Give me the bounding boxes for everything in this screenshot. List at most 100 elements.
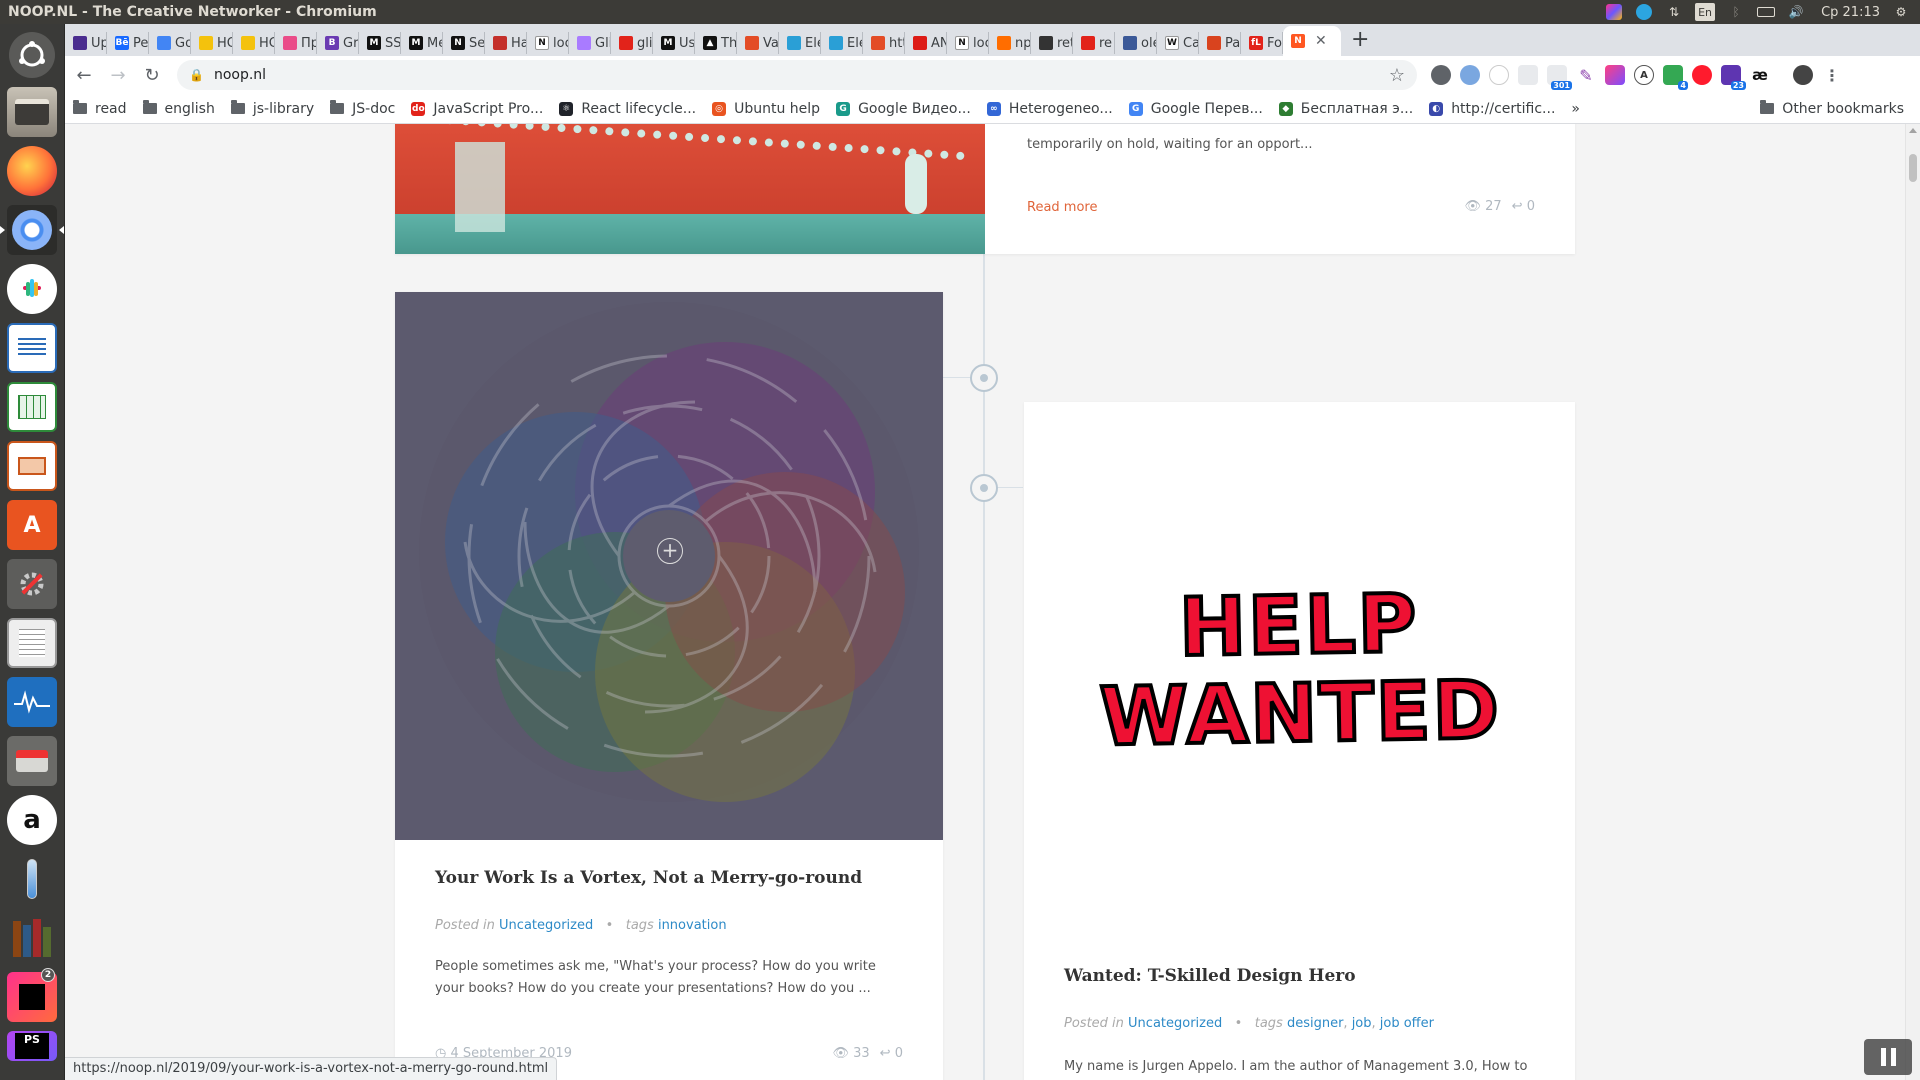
category-link[interactable]: Uncategorized <box>1128 1016 1222 1031</box>
bookmark-item[interactable]: english <box>135 100 223 117</box>
bookmark-item[interactable]: ◎ Ubuntu help <box>704 101 828 117</box>
tag-link[interactable]: innovation <box>658 918 727 933</box>
bluetooth-icon[interactable]: ᛒ <box>1727 3 1745 21</box>
browser-tab[interactable]: np <box>989 32 1031 54</box>
reload-icon[interactable]: ↻ <box>137 60 167 90</box>
accessibility-extension-icon[interactable]: A <box>1634 65 1654 85</box>
phpstorm-icon[interactable]: PS <box>7 1031 57 1061</box>
url-text[interactable]: noop.nl <box>214 67 266 83</box>
other-bookmarks-folder[interactable]: Other bookmarks <box>1752 100 1920 117</box>
bookmark-item[interactable]: ◐ http://certific... <box>1421 101 1563 117</box>
redirect-path-extension-icon[interactable]: 301 <box>1547 65 1572 90</box>
help-wanted-image[interactable]: HELP WANTED <box>1024 402 1575 922</box>
scroll-thumb[interactable] <box>1909 154 1917 182</box>
browser-tab[interactable]: Bē Pe <box>107 32 149 54</box>
browser-tab[interactable]: Gli <box>569 32 611 54</box>
bookmark-item[interactable]: ∞ Heterogeneo... <box>979 101 1121 117</box>
grid-extension-icon[interactable] <box>1518 65 1538 85</box>
browser-tab[interactable]: ret <box>1031 32 1073 54</box>
libreoffice-writer-icon[interactable] <box>7 323 57 373</box>
browser-tab[interactable]: htt <box>863 32 905 54</box>
browser-tab[interactable]: gli <box>611 32 653 54</box>
ubuntu-dash-icon[interactable] <box>9 32 55 78</box>
close-tab-icon[interactable]: ✕ <box>1315 33 1327 49</box>
firefox-icon[interactable] <box>7 146 57 196</box>
browser-tab[interactable]: Go <box>149 32 191 54</box>
address-bar[interactable]: 🔒 noop.nl ☆ <box>177 60 1417 90</box>
browser-tab[interactable]: Ha <box>485 32 527 54</box>
category-link[interactable]: Uncategorized <box>499 918 593 933</box>
keyboard-layout-indicator[interactable]: En <box>1695 3 1716 21</box>
telegram-icon[interactable] <box>1635 3 1653 21</box>
vue-devtools-extension-icon[interactable] <box>1460 65 1480 85</box>
bookmark-item[interactable]: js-library <box>223 100 322 117</box>
thermometer-icon[interactable] <box>7 854 57 904</box>
browser-tab[interactable]: Pa <box>1199 32 1241 54</box>
bookshelf-icon[interactable] <box>7 913 57 963</box>
page-scrollbar[interactable] <box>1905 124 1920 1080</box>
browser-tab[interactable]: Пр <box>275 32 317 54</box>
browser-tab[interactable]: Va <box>737 32 779 54</box>
browser-tab[interactable]: B Gri <box>317 32 359 54</box>
text-editor-icon[interactable] <box>7 618 57 668</box>
browser-tab[interactable]: re <box>1073 32 1115 54</box>
bookmark-star-icon[interactable]: ☆ <box>1389 65 1405 86</box>
opera-vpn-extension-icon[interactable] <box>1692 65 1712 85</box>
browser-tab[interactable]: AN <box>905 32 947 54</box>
system-settings-icon[interactable] <box>7 559 57 609</box>
bookmarks-overflow-chevron-icon[interactable]: » <box>1563 101 1588 117</box>
system-monitor-icon[interactable] <box>7 677 57 727</box>
battery-icon[interactable] <box>1757 3 1776 21</box>
slack-icon[interactable] <box>7 264 57 314</box>
files-icon[interactable] <box>7 87 57 137</box>
zoom-plus-icon[interactable]: + <box>657 538 683 564</box>
browser-tab[interactable]: N Se <box>443 32 485 54</box>
browser-tab[interactable]: M Us <box>653 32 695 54</box>
browser-tab[interactable]: HC <box>233 32 275 54</box>
tag-link[interactable]: designer <box>1287 1016 1343 1031</box>
clock-extension-icon[interactable] <box>1489 65 1509 85</box>
bookmark-item[interactable]: ⚛ React lifecycle... <box>551 101 704 117</box>
browser-tab[interactable]: HC <box>191 32 233 54</box>
profile-avatar-icon[interactable] <box>1793 65 1813 85</box>
chromium-icon[interactable] <box>0 205 64 255</box>
menu-kebab-icon[interactable]: ⋮ <box>1822 65 1842 85</box>
lifebuoy-image[interactable] <box>395 124 985 254</box>
browser-tab[interactable]: fL Fo <box>1241 32 1283 54</box>
tag-link[interactable]: job offer <box>1380 1016 1434 1031</box>
browser-tab[interactable]: Nloc <box>947 32 989 54</box>
browser-tab[interactable]: ▲ Th <box>695 32 737 54</box>
dark-reader-extension-icon[interactable] <box>1431 65 1451 85</box>
bookmark-item[interactable]: read <box>65 100 135 117</box>
screen-recorder-pause-button[interactable] <box>1864 1039 1912 1075</box>
bookmark-item[interactable]: G Google Видео... <box>828 101 979 117</box>
browser-tab[interactable]: Ele <box>779 32 821 54</box>
pen-extension-icon[interactable]: ✎ <box>1576 65 1596 85</box>
browser-tab[interactable]: ole <box>1115 32 1157 54</box>
browser-tab[interactable]: M Me <box>401 32 443 54</box>
graduation-cap-extension-icon[interactable]: 23 <box>1721 65 1746 90</box>
browser-tab[interactable]: M SSI <box>359 32 401 54</box>
volume-icon[interactable]: 🔊 <box>1787 3 1805 21</box>
forward-arrow-icon[interactable]: → <box>103 60 133 90</box>
read-more-link[interactable]: Read more <box>1027 200 1097 215</box>
libreoffice-calc-icon[interactable] <box>7 382 57 432</box>
tag-link[interactable]: job <box>1352 1016 1372 1031</box>
new-tab-plus-icon[interactable]: + <box>1351 27 1369 52</box>
bookmark-item[interactable]: ◆ Бесплатная э... <box>1271 101 1421 117</box>
jetbrains-toolbox-launcher-icon[interactable]: 2 <box>7 968 57 1022</box>
shield-extension-icon[interactable]: 4 <box>1663 65 1688 90</box>
browser-tab[interactable]: Ele <box>821 32 863 54</box>
post-title[interactable]: Your Work Is a Vortex, Not a Merry-go-ro… <box>435 868 862 888</box>
ubuntu-software-icon[interactable]: A <box>7 500 57 550</box>
post-title[interactable]: Wanted: T-Skilled Design Hero <box>1064 966 1356 986</box>
bookmark-item[interactable]: G Google Перев... <box>1121 101 1271 117</box>
jetbrains-toolbox-icon[interactable] <box>1605 3 1623 21</box>
color-picker-extension-icon[interactable] <box>1605 65 1625 85</box>
network-arrows-icon[interactable]: ⇅ <box>1665 3 1683 21</box>
browser-tab[interactable]: Nloc <box>527 32 569 54</box>
bookmark-item[interactable]: JS-doc <box>322 100 403 117</box>
vortex-image[interactable]: + <box>395 292 943 840</box>
back-arrow-icon[interactable]: ← <box>69 60 99 90</box>
browser-tab[interactable]: W Ca <box>1157 32 1199 54</box>
